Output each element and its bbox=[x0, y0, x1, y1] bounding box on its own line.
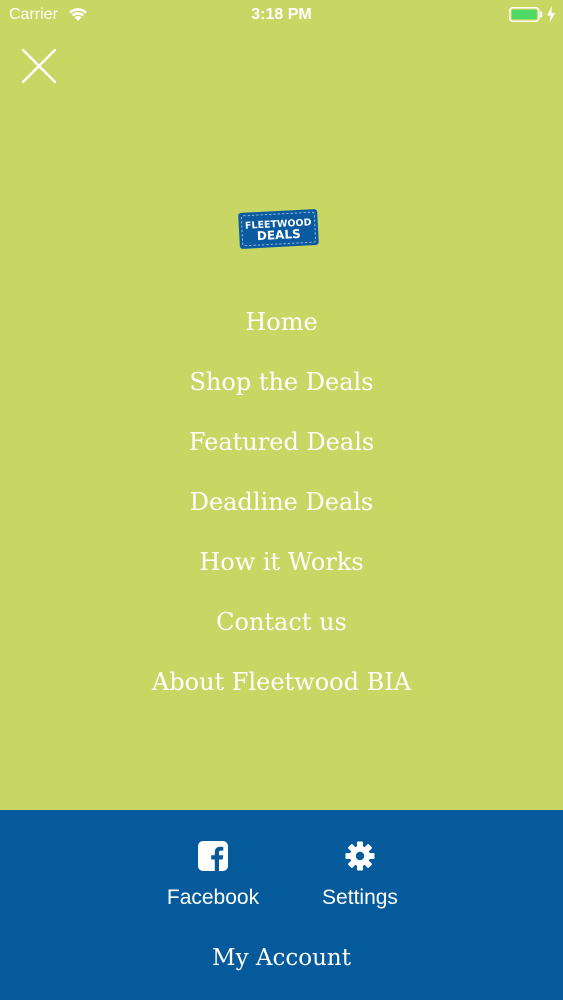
close-button[interactable] bbox=[18, 45, 60, 87]
menu-screen: Carrier 3:18 PM FLEETWOOD DEALS Home Sho… bbox=[0, 0, 563, 1000]
menu-item-deadline-deals[interactable]: Deadline Deals bbox=[0, 472, 563, 532]
facebook-icon bbox=[198, 841, 228, 871]
footer-bar: Facebook Settings My Account bbox=[0, 810, 563, 1000]
close-icon bbox=[21, 48, 57, 84]
menu-item-featured-deals[interactable]: Featured Deals bbox=[0, 412, 563, 472]
my-account-button[interactable]: My Account bbox=[0, 943, 563, 973]
battery-icon bbox=[509, 7, 543, 22]
facebook-label: Facebook bbox=[166, 886, 260, 909]
status-bar: Carrier 3:18 PM bbox=[0, 0, 563, 30]
settings-label: Settings bbox=[322, 886, 398, 909]
menu-item-shop-the-deals[interactable]: Shop the Deals bbox=[0, 352, 563, 412]
menu-item-contact-us[interactable]: Contact us bbox=[0, 592, 563, 652]
menu-item-about-fleetwood-bia[interactable]: About Fleetwood BIA bbox=[0, 652, 563, 712]
charging-icon bbox=[547, 6, 555, 23]
menu-item-home[interactable]: Home bbox=[0, 292, 563, 352]
gear-icon bbox=[345, 841, 375, 871]
settings-button[interactable]: Settings bbox=[290, 836, 430, 926]
status-time: 3:18 PM bbox=[251, 6, 312, 23]
fleetwood-deals-logo: FLEETWOOD DEALS bbox=[238, 209, 319, 249]
facebook-button[interactable]: Facebook bbox=[143, 836, 283, 926]
menu-item-how-it-works[interactable]: How it Works bbox=[0, 532, 563, 592]
svg-text:DEALS: DEALS bbox=[257, 227, 301, 243]
main-menu: Home Shop the Deals Featured Deals Deadl… bbox=[0, 292, 563, 712]
